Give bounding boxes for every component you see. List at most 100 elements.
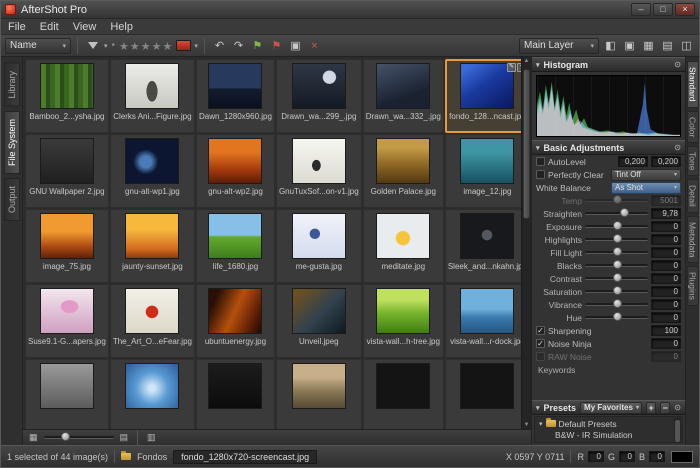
thumbnail[interactable] [110,359,195,429]
filmstrip-view-icon[interactable]: ▤ [659,37,676,54]
tint-dropdown[interactable]: Tint Off ▾ [611,169,681,181]
panel-tab-metadata[interactable]: Metadata [687,216,699,263]
edit-icon[interactable]: ✎ [507,63,516,72]
slider-track[interactable] [585,238,648,241]
slider-track[interactable] [585,277,648,280]
expand-icon[interactable]: ▾ [539,420,543,428]
autolevel-checkbox[interactable] [536,157,545,166]
panel-tab-detail[interactable]: Detail [687,179,699,213]
rotate-left-icon[interactable]: ↶ [211,37,228,54]
presets-favorites-dropdown[interactable]: My Favorites ▾ [580,402,642,414]
scrollbar-thumb[interactable] [523,69,530,219]
maximize-button[interactable]: □ [653,3,673,16]
raw-noise-checkbox[interactable] [536,352,545,361]
slider-value[interactable]: 0 [651,247,681,258]
thumbnail[interactable]: Dawn_1280x960.jpg [196,59,275,133]
slider-track[interactable] [585,316,648,319]
thumbnail[interactable]: Drawn_wa...332_.jpg [363,59,444,133]
thumbnail[interactable]: meditate.jpg [363,209,444,283]
slider-track[interactable] [585,225,648,228]
panel-tab-standard[interactable]: Standard [687,61,699,108]
browse-view-icon[interactable]: ◫ [678,37,695,54]
thumbnail[interactable]: gnu-alt-wp1.jpg [110,134,195,208]
thumbnail[interactable]: Unveil.jpeg [276,284,362,358]
star-icon[interactable]: ★ [130,41,141,53]
pin-icon[interactable]: ⊙ [674,403,681,412]
preset-item-default-presets[interactable]: ▾Default Presets [537,418,672,429]
sort-dropdown[interactable]: Name ▾ [5,38,71,54]
filter-dropdown-icon[interactable]: ▾ [104,42,108,50]
slider-value[interactable]: 0 [651,221,681,232]
star-icon[interactable]: ★ [163,41,174,53]
current-folder[interactable]: Fondos [137,452,167,462]
toggle-value[interactable]: 0 [651,338,681,349]
minimize-button[interactable]: – [631,3,651,16]
thumbnail[interactable] [363,359,444,429]
autolevel-high-value[interactable]: 0,200 [651,156,681,167]
basic-adjustments-header[interactable]: ▾ Basic Adjustments ⊙ [532,140,685,155]
remove-preset-button[interactable]: − [660,402,670,414]
toggle-value[interactable]: 0 [651,351,681,362]
pin-icon[interactable]: ⊙ [674,143,681,152]
single-view-icon[interactable]: ▣ [621,37,638,54]
thumbnail[interactable]: image_75.jpg [25,209,109,283]
sharpening-checkbox[interactable]: ✓ [536,326,545,335]
slider-handle[interactable] [613,234,622,243]
thumbnail[interactable]: Suse9.1-G...apers.jpg [25,284,109,358]
scroll-down-icon[interactable]: ▼ [522,422,531,428]
star-icon[interactable]: ★ [152,41,163,53]
thumbnail[interactable]: Sleek_and...nkahn.jpg [445,209,521,283]
vertical-scrollbar[interactable]: ▲ ▼ [521,57,531,429]
flag-reject-icon[interactable]: ⚑ [268,37,285,54]
thumbnail[interactable]: GnuTuxSof...on-v1.jpg [276,134,362,208]
slider-handle[interactable] [613,195,622,204]
slider-handle[interactable] [613,286,622,295]
panel-tab-plugins[interactable]: Plugins [687,266,699,306]
thumbnail[interactable]: ubuntuenergy.jpg [196,284,275,358]
thumbnail[interactable] [276,359,362,429]
slideshow-icon[interactable]: ▣ [287,37,304,54]
histogram-header[interactable]: ▾ Histogram ⊙ [532,57,685,72]
panel-tab-tone[interactable]: Tone [687,146,699,176]
slider-value[interactable]: 5001 [651,195,681,206]
delete-icon[interactable]: × [306,37,323,54]
layers-icon[interactable]: ◧ [602,37,619,54]
toggle-value[interactable]: 100 [651,325,681,336]
rotate-right-icon[interactable]: ↷ [230,37,247,54]
menu-edit[interactable]: Edit [33,21,66,33]
thumbnail[interactable] [25,359,109,429]
slider-value[interactable]: 0 [651,299,681,310]
multi-view-icon[interactable]: ▦ [640,37,657,54]
collapse-icon[interactable]: ▾ [536,144,540,152]
thumbnail-size-slider[interactable] [44,436,114,439]
filmstrip-icon[interactable]: ▥ [147,432,156,443]
thumbnail[interactable] [196,359,275,429]
white-balance-dropdown[interactable]: As Shot ▾ [611,182,681,194]
slider-handle[interactable] [613,221,622,230]
add-preset-button[interactable]: + [646,402,656,414]
thumbnail[interactable]: vista-wall...h-tree.jpg [363,284,444,358]
thumbnail[interactable] [445,359,521,429]
color-label-swatch[interactable] [176,40,191,51]
thumbnail[interactable]: The_Art_O...eFear.jpg [110,284,195,358]
filter-icon[interactable] [84,37,101,54]
slider-value[interactable]: 0 [651,286,681,297]
thumbnail[interactable]: Bamboo_2...ysha.jpg [25,59,109,133]
slider-handle[interactable] [613,273,622,282]
slider-track[interactable] [585,290,648,293]
menu-help[interactable]: Help [103,21,140,33]
slider-handle[interactable] [613,247,622,256]
thumbnail[interactable]: Clerks Ani...Figure.jpg [110,59,195,133]
thumbnail[interactable]: jaunty-sunset.jpg [110,209,195,283]
slider-track[interactable] [585,303,648,306]
thumbnail[interactable]: image_12.jpg [445,134,521,208]
slider-handle[interactable] [613,299,622,308]
slider-handle[interactable] [620,208,629,217]
panel-tab-color[interactable]: Color [687,111,699,143]
color-label-dropdown-icon[interactable]: ▾ [194,42,198,50]
flag-pick-icon[interactable]: ⚑ [249,37,266,54]
presets-scrollbar[interactable] [674,418,681,441]
collapse-icon[interactable]: ▾ [536,61,540,69]
close-button[interactable]: × [675,3,695,16]
slider-value[interactable]: 9,78 [651,208,681,219]
